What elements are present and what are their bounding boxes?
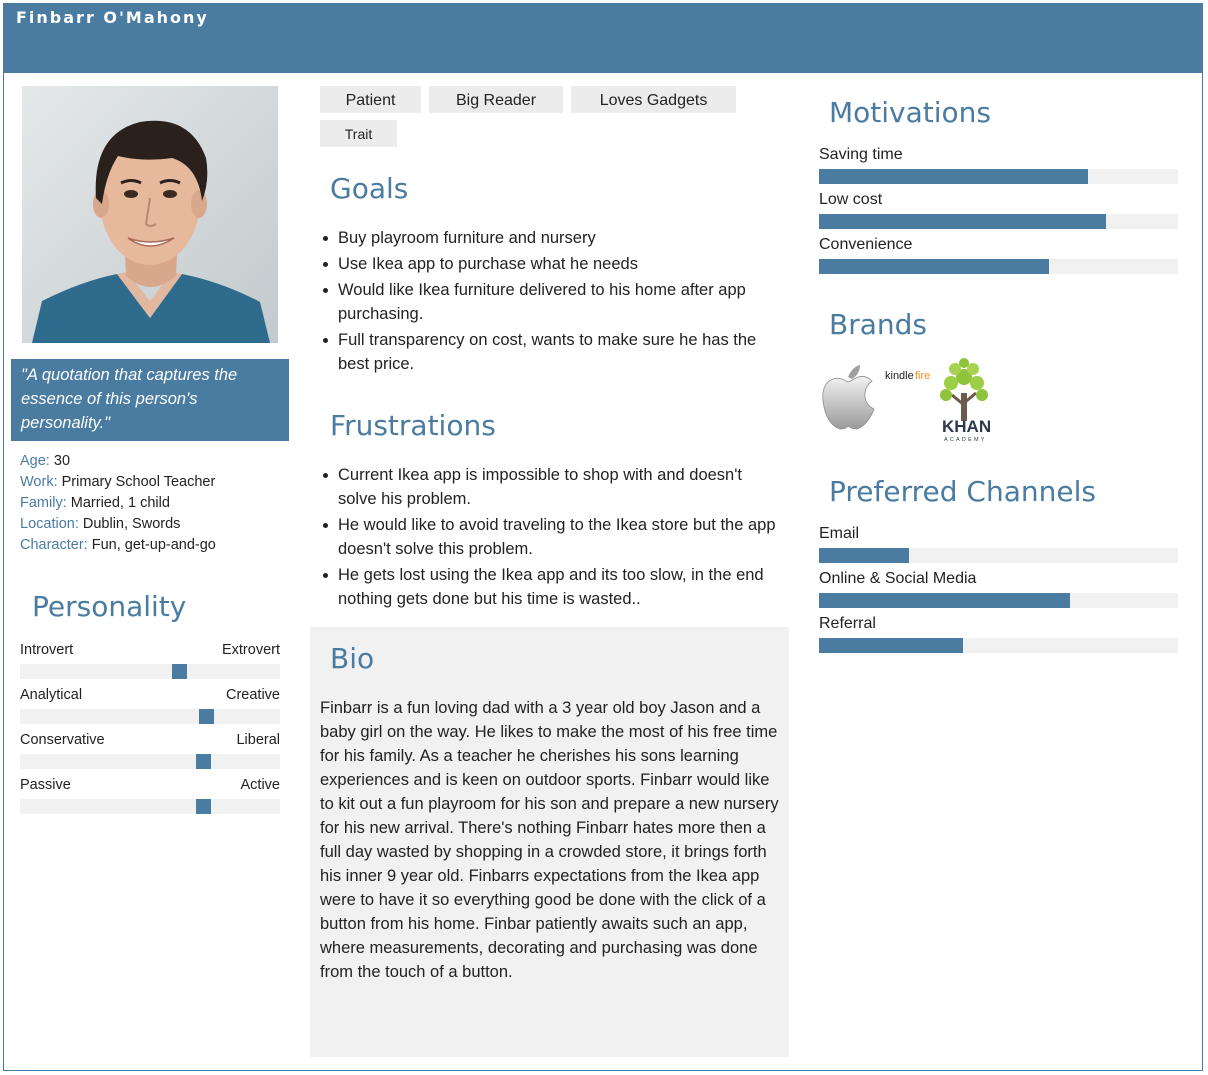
channel-bar: Email [819,525,1178,565]
trait-tag: Loves Gadgets [571,86,736,113]
motivation-bar: Convenience [819,236,1178,276]
scale-left-label: Introvert [20,642,74,658]
khan-text: KHAN [942,417,991,436]
brands-title: Brands [829,308,927,341]
list-item: Full transparency on cost, wants to make… [321,328,781,376]
bar-label: Email [819,525,860,542]
list-item: Would like Ikea furniture delivered to h… [321,278,781,326]
channel-bar: Referral [819,615,1178,655]
list-item: Buy playroom furniture and nursery [321,226,781,250]
apple-logo [822,365,875,430]
scale-marker [196,799,212,814]
list-item: He gets lost using the Ikea app and its … [321,563,781,611]
trait-tag: Patient [320,86,421,113]
bio-title: Bio [330,642,375,675]
fact-location: Location: Dublin, Swords [20,514,216,535]
trait-tag: Trait [320,120,397,147]
bar-label: Referral [819,615,876,632]
scale-track [20,799,280,814]
kindle-fire-logo: kindle fire [885,370,930,382]
scale-left-label: Conservative [20,732,105,748]
scale-right-label: Creative [226,687,280,703]
scale-track [20,664,280,679]
fact-key: Family: [20,495,67,511]
fact-value: Primary School Teacher [61,474,216,490]
scale-right-label: Liberal [236,732,280,748]
bar-label: Saving time [819,146,903,163]
scale-marker [171,664,187,679]
goals-title: Goals [330,172,409,205]
fact-work: Work: Primary School Teacher [20,472,216,493]
scale-right-label: Active [240,777,281,793]
bio-panel: Bio Finbarr is a fun loving dad with a 3… [310,627,789,1057]
bar-label: Online & Social Media [819,570,977,587]
fact-key: Location: [20,516,79,532]
header-bar: Finbarr O'Mahony [4,4,1202,73]
kindle-fire-text: fire [915,370,930,382]
khan-academy-logo: KHAN ACADEMY [940,358,991,443]
fact-value: Fun, get-up-and-go [91,537,216,553]
fact-character: Character: Fun, get-up-and-go [20,535,216,556]
trait-tag: Big Reader [429,86,563,113]
fact-key: Age: [20,453,50,469]
bar-fill [819,548,909,563]
bio-text: Finbarr is a fun loving dad with a 3 yea… [320,699,779,981]
scale-marker [198,709,214,724]
bar-fill [819,169,1089,184]
fact-family: Family: Married, 1 child [20,493,216,514]
persona-quote: "A quotation that captures the essence o… [11,359,289,441]
scale-marker [196,754,212,769]
bar-label: Low cost [819,191,883,208]
personality-scale: Passive Active [20,777,280,817]
list-item: Use Ikea app to purchase what he needs [321,252,781,276]
fact-key: Work: [20,474,58,490]
khan-sub-text: ACADEMY [944,437,987,443]
fact-key: Character: [20,537,88,553]
personality-scale: Introvert Extrovert [20,642,280,682]
goals-list: Buy playroom furniture and nursery Use I… [321,226,781,378]
bar-label: Convenience [819,236,913,253]
channels-title: Preferred Channels [829,475,1096,508]
scale-left-label: Passive [20,777,71,793]
scale-right-label: Extrovert [221,642,280,658]
fact-age: Age: 30 [20,451,216,472]
scale-track [20,709,280,724]
persona-facts: Age: 30 Work: Primary School Teacher Fam… [20,451,216,556]
brand-logos: kindle fire KHAN ACADEMY [818,355,998,445]
list-item: Current Ikea app is impossible to shop w… [321,463,781,511]
fact-value: 30 [53,453,71,469]
frustrations-list: Current Ikea app is impossible to shop w… [321,463,781,613]
personality-title: Personality [32,590,187,623]
list-item: He would like to avoid traveling to the … [321,513,781,561]
fact-value: Dublin, Swords [82,516,181,532]
personality-scale: Conservative Liberal [20,732,280,772]
motivation-bar: Low cost [819,191,1178,231]
channel-bar: Online & Social Media [819,570,1178,610]
scale-left-label: Analytical [20,687,83,703]
fact-value: Married, 1 child [70,495,170,511]
personality-scale: Analytical Creative [20,687,280,727]
kindle-text: kindle [885,370,914,382]
bar-fill [819,593,1071,608]
bar-fill [819,638,963,653]
persona-name: Finbarr O'Mahony [16,8,209,27]
frustrations-title: Frustrations [330,409,496,442]
scale-track [20,754,280,769]
motivation-bar: Saving time [819,146,1178,186]
bar-fill [819,214,1107,229]
bar-fill [819,259,1049,274]
persona-photo [22,86,278,343]
motivations-title: Motivations [829,96,991,129]
